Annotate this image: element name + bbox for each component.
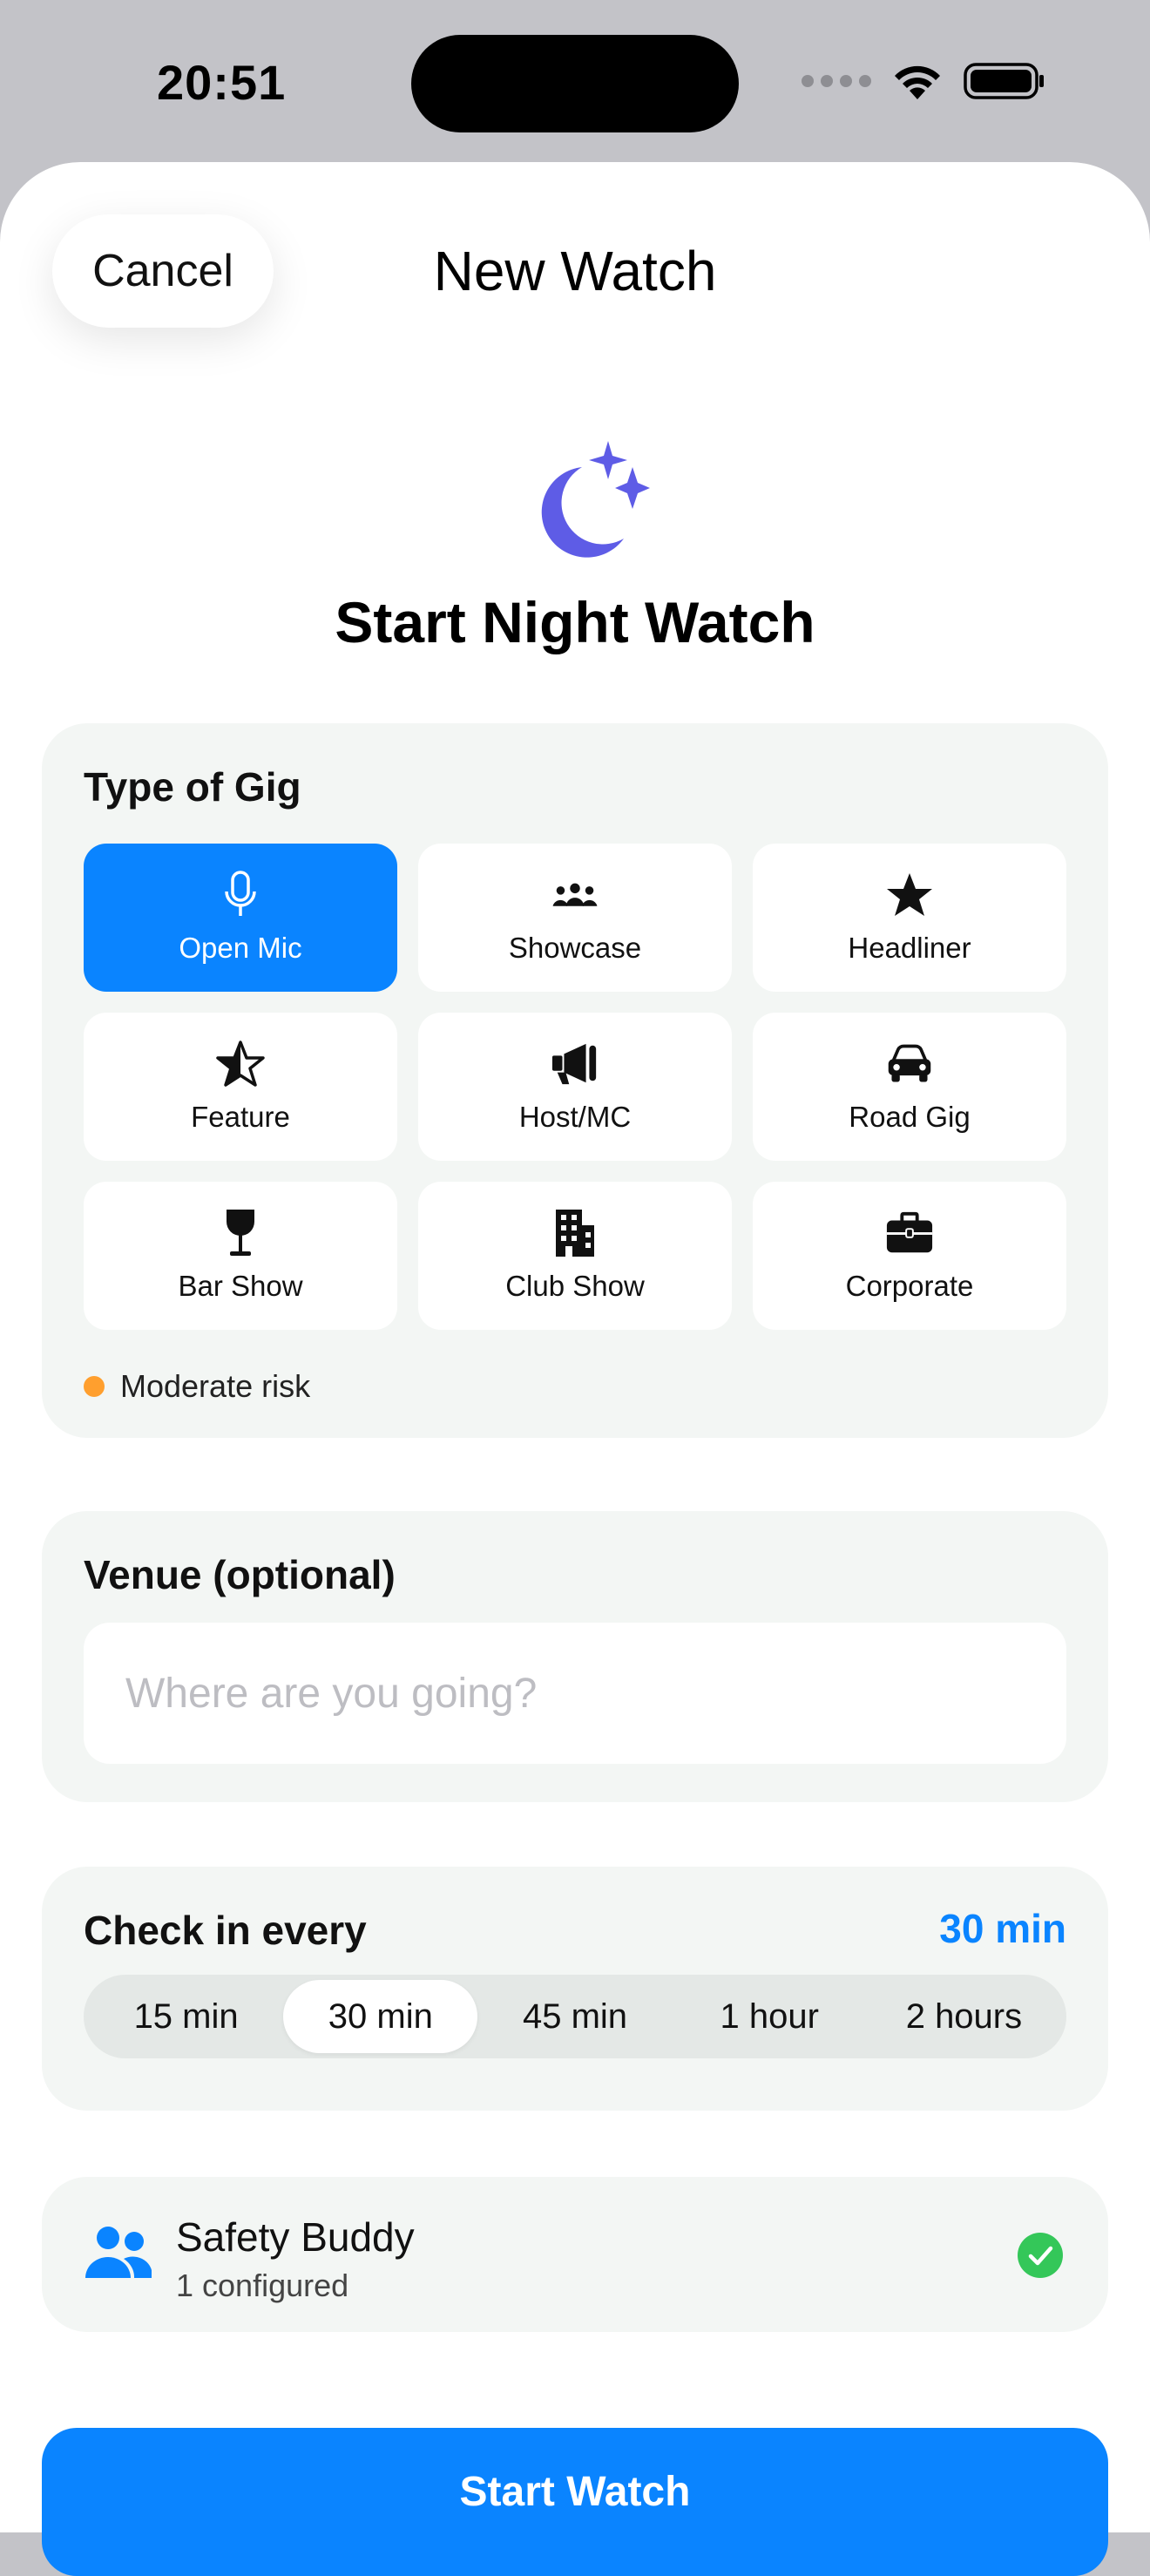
checkin-title: Check in every bbox=[84, 1908, 367, 1953]
gig-option-label: Club Show bbox=[505, 1270, 645, 1302]
risk-label: Moderate risk bbox=[120, 1368, 311, 1404]
venue-title: Venue (optional) bbox=[84, 1552, 396, 1597]
new-watch-sheet: Cancel New Watch Start Night Watch Type … bbox=[0, 162, 1150, 2576]
battery-icon bbox=[964, 63, 1044, 99]
gig-option-label: Showcase bbox=[508, 932, 642, 964]
risk-indicator: Moderate risk bbox=[84, 1368, 310, 1405]
status-time: 20:51 bbox=[157, 55, 287, 110]
gig-option-label: Feature bbox=[191, 1101, 290, 1133]
gig-option-label: Open Mic bbox=[179, 932, 302, 964]
wifi-icon bbox=[895, 65, 940, 99]
segment-2-hours[interactable]: 2 hours bbox=[867, 1980, 1061, 2053]
start-watch-button[interactable]: Start Watch bbox=[42, 2428, 1108, 2576]
status-bar: 20:51 bbox=[0, 0, 1150, 166]
checkin-card: Check in every 30 min 15 min 30 min 45 m… bbox=[42, 1867, 1108, 2111]
dynamic-island bbox=[411, 35, 739, 132]
building-icon bbox=[551, 1209, 599, 1257]
megaphone-icon bbox=[551, 1040, 599, 1088]
gig-option-label: Bar Show bbox=[178, 1270, 303, 1302]
venue-input[interactable] bbox=[84, 1623, 1066, 1764]
nav-title: New Watch bbox=[433, 240, 717, 302]
segment-1-hour[interactable]: 1 hour bbox=[673, 1980, 867, 2053]
gig-option-open-mic[interactable]: Open Mic bbox=[84, 844, 397, 992]
gig-option-label: Host/MC bbox=[518, 1101, 632, 1133]
venue-card: Venue (optional) bbox=[42, 1511, 1108, 1802]
safety-buddy-subtitle: 1 configured bbox=[176, 2268, 349, 2303]
gig-option-headliner[interactable]: Headliner bbox=[753, 844, 1066, 992]
gig-option-club-show[interactable]: Club Show bbox=[418, 1182, 732, 1330]
safety-buddy-title: Safety Buddy bbox=[176, 2214, 415, 2260]
gig-option-feature[interactable]: Feature bbox=[84, 1013, 397, 1161]
star-icon bbox=[885, 871, 934, 919]
cellular-signal-icon bbox=[802, 75, 871, 87]
checkin-interval-picker: 15 min 30 min 45 min 1 hour 2 hours bbox=[84, 1975, 1066, 2058]
gig-type-card: Type of Gig Open Mic Showcase Headliner … bbox=[42, 723, 1108, 1438]
wine-glass-icon bbox=[216, 1209, 265, 1257]
moon-stars-icon bbox=[541, 441, 650, 558]
status-icons bbox=[802, 61, 1045, 101]
gig-type-title: Type of Gig bbox=[84, 764, 301, 810]
gig-option-road-gig[interactable]: Road Gig bbox=[753, 1013, 1066, 1161]
gig-option-bar-show[interactable]: Bar Show bbox=[84, 1182, 397, 1330]
people-group-icon bbox=[551, 871, 599, 919]
car-icon bbox=[885, 1040, 934, 1088]
gig-option-showcase[interactable]: Showcase bbox=[418, 844, 732, 992]
gig-option-host-mc[interactable]: Host/MC bbox=[418, 1013, 732, 1161]
people-icon bbox=[85, 2227, 152, 2278]
checkin-selected-value: 30 min bbox=[939, 1906, 1066, 1951]
safety-buddy-row[interactable]: Safety Buddy 1 configured bbox=[42, 2177, 1108, 2332]
segment-30-min[interactable]: 30 min bbox=[283, 1980, 478, 2053]
gig-option-label: Headliner bbox=[848, 932, 971, 964]
check-circle-icon bbox=[1018, 2233, 1063, 2278]
gig-type-grid: Open Mic Showcase Headliner Feature Host… bbox=[84, 844, 1066, 1330]
microphone-icon bbox=[216, 871, 265, 919]
gig-option-corporate[interactable]: Corporate bbox=[753, 1182, 1066, 1330]
gig-option-label: Corporate bbox=[845, 1270, 974, 1302]
segment-45-min[interactable]: 45 min bbox=[477, 1980, 672, 2053]
gig-option-label: Road Gig bbox=[849, 1101, 971, 1133]
risk-dot bbox=[84, 1376, 105, 1397]
star-half-icon bbox=[216, 1040, 265, 1088]
hero-title: Start Night Watch bbox=[335, 590, 815, 654]
briefcase-icon bbox=[885, 1209, 934, 1257]
segment-15-min[interactable]: 15 min bbox=[89, 1980, 283, 2053]
